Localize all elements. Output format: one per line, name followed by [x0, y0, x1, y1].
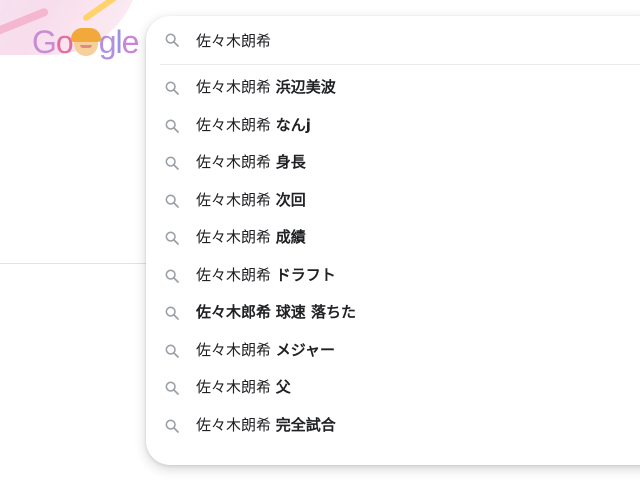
- suggestion-prefix: 佐々木朗希: [196, 340, 272, 359]
- suggestion-item[interactable]: 佐々木朗希 浜辺美波: [146, 69, 640, 107]
- suggestion-suffix: 身長: [275, 153, 306, 171]
- suggestion-suffix: ドラフト: [275, 265, 336, 284]
- search-icon: [164, 305, 180, 321]
- page: G o g l e 佐々木朗希 浜辺美波佐々木朗希 なんj佐々木朗希 身長佐々木…: [0, 0, 640, 480]
- logo-letter-g2: g: [98, 24, 117, 60]
- suggestion-suffix: 浜辺美波: [275, 78, 336, 96]
- suggestion-suffix: 球速 落ちた: [275, 303, 357, 321]
- search-icon: [164, 155, 180, 171]
- search-icon: [164, 268, 180, 284]
- suggestion-prefix: 佐々木朗希: [196, 415, 272, 434]
- search-icon: [164, 380, 180, 396]
- search-icon: [164, 343, 180, 359]
- suggestion-item[interactable]: 佐々木朗希 次回: [146, 182, 640, 220]
- google-doodle-logo[interactable]: G o g l e: [32, 22, 140, 62]
- suggestion-suffix: なんj: [275, 115, 311, 134]
- header-divider: [0, 263, 160, 264]
- suggestion-suffix: 次回: [275, 190, 306, 209]
- search-icon: [164, 80, 180, 96]
- suggestion-text: 佐々木郎希 球速 落ちた: [196, 294, 356, 332]
- suggestion-prefix: 佐々木朗希: [196, 78, 272, 96]
- logo-letter-e: e: [121, 24, 140, 60]
- suggestion-prefix: 佐々木朗希: [196, 190, 272, 209]
- search-icon: [164, 193, 180, 209]
- search-icon: [164, 230, 180, 246]
- suggestion-suffix: メジャー: [275, 340, 336, 359]
- logo-letter-o: o: [55, 24, 74, 60]
- search-input[interactable]: [196, 28, 636, 52]
- suggestion-text: 佐々木朗希 身長: [196, 144, 306, 182]
- doodle-character-icon: [70, 28, 101, 56]
- suggestion-text: 佐々木朗希 ドラフト: [196, 257, 336, 295]
- suggestion-prefix: 佐々木朗希: [196, 115, 272, 134]
- suggestion-prefix: 佐々木朗希: [196, 153, 272, 171]
- suggestion-prefix: 佐々木朗希: [196, 378, 272, 396]
- suggestion-item[interactable]: 佐々木朗希 なんj: [146, 107, 640, 145]
- suggestion-text: 佐々木朗希 なんj: [196, 107, 311, 145]
- suggestion-item[interactable]: 佐々木朗希 父: [146, 369, 640, 407]
- suggestion-item[interactable]: 佐々木朗希 身長: [146, 144, 640, 182]
- search-box[interactable]: [146, 16, 640, 64]
- suggestion-text: 佐々木朗希 成績: [196, 219, 306, 257]
- suggestion-text: 佐々木朗希 完全試合: [196, 407, 336, 445]
- search-autocomplete-panel: 佐々木朗希 浜辺美波佐々木朗希 なんj佐々木朗希 身長佐々木朗希 次回佐々木朗希…: [146, 16, 640, 465]
- logo-letter-g: G: [32, 24, 57, 60]
- suggestion-prefix: 佐々木朗希: [196, 265, 272, 284]
- suggestion-list: 佐々木朗希 浜辺美波 佐々木朗希 なんj 佐々木朗希 身長 佐々木朗希 次回 佐々木朗希…: [146, 69, 640, 444]
- suggestion-item[interactable]: 佐々木朗希 成績: [146, 219, 640, 257]
- suggestion-item[interactable]: 佐々木朗希 ドラフト: [146, 257, 640, 295]
- suggestion-suffix: 完全試合: [275, 415, 336, 434]
- suggestion-text: 佐々木朗希 浜辺美波: [196, 69, 336, 107]
- suggestion-prefix: 佐々木朗希: [196, 228, 272, 246]
- suggestion-prefix: 佐々木郎希: [196, 303, 272, 321]
- suggestion-item[interactable]: 佐々木郎希 球速 落ちた: [146, 294, 640, 332]
- suggestion-suffix: 父: [275, 378, 291, 396]
- search-icon: [164, 418, 180, 434]
- search-icon: [164, 118, 180, 134]
- suggestion-item[interactable]: 佐々木朗希 完全試合: [146, 407, 640, 445]
- suggestion-text: 佐々木朗希 次回: [196, 182, 306, 220]
- panel-divider: [160, 64, 640, 65]
- suggestion-suffix: 成績: [275, 228, 306, 246]
- search-icon: [164, 32, 180, 48]
- suggestion-text: 佐々木朗希 父: [196, 369, 291, 407]
- suggestion-item[interactable]: 佐々木朗希 メジャー: [146, 332, 640, 370]
- suggestion-text: 佐々木朗希 メジャー: [196, 332, 335, 370]
